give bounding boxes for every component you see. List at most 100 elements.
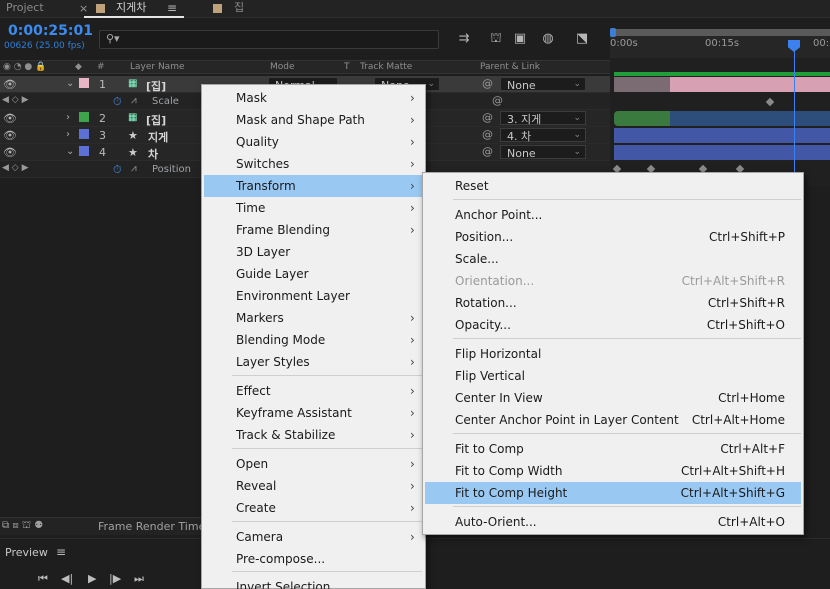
draft-3d-icon[interactable]: ⛫	[487, 31, 505, 47]
menu-item-mask[interactable]: Mask ›	[204, 87, 423, 109]
layer-name[interactable]: [집]	[146, 112, 166, 128]
panel-menu-icon[interactable]: ≡	[167, 1, 177, 15]
menu-item-label: Camera	[236, 530, 284, 544]
parent-dropdown[interactable]: 4. 차 ⌄	[500, 128, 586, 143]
menu-item-markers[interactable]: Markers ›	[204, 307, 423, 329]
pick-whip-icon[interactable]: @	[482, 145, 493, 158]
menu-item-flip-vertical[interactable]: Flip Vertical	[425, 365, 801, 387]
pick-whip-icon[interactable]: @	[482, 77, 493, 90]
column-track-matte: Track Matte	[360, 62, 413, 72]
stopwatch-icon[interactable]: ⏱	[113, 95, 122, 109]
tab-project[interactable]: Project	[6, 0, 44, 18]
parent-dropdown[interactable]: 3. 지게 ⌄	[500, 111, 586, 126]
layer-label-color[interactable]	[79, 146, 89, 156]
menu-item-time[interactable]: Time ›	[204, 197, 423, 219]
menu-item-keyframe-assistant[interactable]: Keyframe Assistant ›	[204, 402, 423, 424]
visibility-eye-icon[interactable]: 👁	[3, 78, 17, 91]
next-frame-icon[interactable]: |▶	[109, 572, 121, 585]
menu-item-effect[interactable]: Effect ›	[204, 380, 423, 402]
menu-item-rotation[interactable]: Rotation... Ctrl+Shift+R	[425, 292, 801, 314]
visibility-eye-icon[interactable]: 👁	[3, 129, 17, 142]
layer-name[interactable]: 지게	[148, 129, 168, 145]
panel-menu-icon[interactable]: ≡	[56, 545, 66, 559]
work-area-bar[interactable]	[614, 29, 830, 36]
menu-item-fit-to-comp-width[interactable]: Fit to Comp Width Ctrl+Alt+Shift+H	[425, 460, 801, 482]
menu-item-frame-blending[interactable]: Frame Blending ›	[204, 219, 423, 241]
play-icon[interactable]: ▶	[88, 572, 96, 585]
menu-item-camera[interactable]: Camera ›	[204, 526, 423, 548]
layer-name[interactable]: [집]	[146, 78, 166, 94]
column-layer-name[interactable]: Layer Name	[130, 62, 185, 72]
layer-bar[interactable]	[670, 77, 830, 92]
twirl-down-icon[interactable]: ⌄	[66, 78, 74, 89]
menu-item-auto-orient[interactable]: Auto-Orient... Ctrl+Alt+O	[425, 511, 801, 533]
keyframe-nav-icon[interactable]: ◀ ◇ ▶	[2, 95, 29, 105]
menu-item-flip-horizontal[interactable]: Flip Horizontal	[425, 343, 801, 365]
layer-bar[interactable]	[614, 145, 830, 160]
menu-item-center-anchor-point-in-layer-content[interactable]: Center Anchor Point in Layer Content Ctrl…	[425, 409, 801, 431]
menu-item-guide-layer[interactable]: Guide Layer	[204, 263, 423, 285]
menu-item-position[interactable]: Position... Ctrl+Shift+P	[425, 226, 801, 248]
work-area-start-handle[interactable]	[610, 28, 616, 37]
menu-item-center-in-view[interactable]: Center In View Ctrl+Home	[425, 387, 801, 409]
frame-blending-icon[interactable]: ▣	[511, 31, 529, 47]
preview-tab[interactable]: Preview	[5, 546, 48, 559]
graph-editor-icon[interactable]: ⬔	[573, 31, 591, 47]
twirl-right-icon[interactable]: ›	[66, 112, 70, 123]
menu-item-anchor-point[interactable]: Anchor Point...	[425, 204, 801, 226]
menu-item-transform[interactable]: Transform ›	[204, 175, 423, 197]
menu-item-fit-to-comp[interactable]: Fit to Comp Ctrl+Alt+F	[425, 438, 801, 460]
composition-flowchart-icon[interactable]: ⇉	[455, 31, 473, 47]
last-frame-icon[interactable]: ⏭	[134, 572, 144, 586]
layer-label-color[interactable]	[79, 78, 89, 88]
parent-dropdown[interactable]: None ⌄	[500, 145, 586, 160]
layer-name[interactable]: 차	[148, 146, 158, 162]
layer-bar[interactable]	[614, 128, 830, 143]
stopwatch-icon[interactable]: ⏱	[113, 163, 122, 177]
current-timecode[interactable]: 0:00:25:01	[8, 23, 93, 39]
layer-bar[interactable]	[614, 77, 670, 92]
twirl-down-icon[interactable]: ⌄	[66, 146, 74, 157]
playhead-line[interactable]	[794, 44, 795, 184]
first-frame-icon[interactable]: ⏮	[38, 572, 48, 586]
menu-item-track-stabilize[interactable]: Track & Stabilize ›	[204, 424, 423, 446]
menu-item-layer-styles[interactable]: Layer Styles ›	[204, 351, 423, 373]
visibility-eye-icon[interactable]: 👁	[3, 112, 17, 125]
menu-item-environment-layer[interactable]: Environment Layer	[204, 285, 423, 307]
graph-icon[interactable]: ⩘	[131, 95, 137, 106]
menu-item-blending-mode[interactable]: Blending Mode ›	[204, 329, 423, 351]
layer-bar[interactable]	[670, 111, 830, 126]
close-tab-icon[interactable]: ×	[79, 2, 88, 15]
menu-item-create[interactable]: Create ›	[204, 497, 423, 519]
menu-item-pre-compose[interactable]: Pre-compose...	[204, 548, 423, 570]
layer-search-input[interactable]: ⚲▾	[99, 30, 439, 49]
previous-frame-icon[interactable]: ◀|	[61, 572, 73, 585]
layer-label-color[interactable]	[79, 112, 89, 122]
parent-dropdown[interactable]: None ⌄	[500, 77, 586, 92]
menu-item-switches[interactable]: Switches ›	[204, 153, 423, 175]
tab-composition-jip[interactable]: 집	[234, 0, 244, 18]
menu-item-3d-layer[interactable]: 3D Layer	[204, 241, 423, 263]
menu-item-label: Switches	[236, 157, 290, 171]
menu-item-reveal[interactable]: Reveal ›	[204, 475, 423, 497]
layer-bar[interactable]	[614, 111, 670, 126]
graph-icon[interactable]: ⩘	[131, 163, 137, 174]
motion-blur-icon[interactable]: ◍	[539, 31, 557, 47]
pick-whip-icon[interactable]: @	[482, 111, 493, 124]
layer-label-color[interactable]	[79, 129, 89, 139]
menu-item-fit-to-comp-height[interactable]: Fit to Comp Height Ctrl+Alt+Shift+G	[425, 482, 801, 504]
visibility-eye-icon[interactable]: 👁	[3, 146, 17, 159]
toggle-switches-icon[interactable]: ⧉ ⧈ ⛫ ⚉	[2, 520, 43, 533]
menu-item-scale[interactable]: Scale...	[425, 248, 801, 270]
menu-item-mask-and-shape-path[interactable]: Mask and Shape Path ›	[204, 109, 423, 131]
menu-item-invert-selection[interactable]: Invert Selection	[204, 576, 423, 589]
menu-item-open[interactable]: Open ›	[204, 453, 423, 475]
layer-number: 2	[99, 112, 106, 125]
keyframe-nav-icon[interactable]: ◀ ◇ ▶	[2, 163, 29, 173]
menu-item-opacity[interactable]: Opacity... Ctrl+Shift+O	[425, 314, 801, 336]
menu-item-reset[interactable]: Reset	[425, 175, 801, 197]
pick-whip-icon[interactable]: @	[482, 128, 493, 141]
pick-whip-icon[interactable]: @	[492, 94, 503, 107]
twirl-right-icon[interactable]: ›	[66, 129, 70, 140]
menu-item-quality[interactable]: Quality ›	[204, 131, 423, 153]
